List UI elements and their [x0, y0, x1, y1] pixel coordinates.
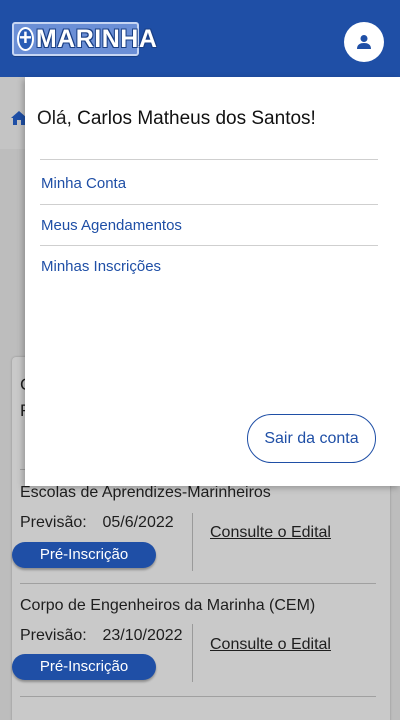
menu-item-minha-conta[interactable]: Minha Conta: [41, 175, 126, 192]
user-menu-panel: Olá, Carlos Matheus dos Santos! Minha Co…: [25, 77, 400, 486]
menu-item-minhas-inscricoes[interactable]: Minhas Inscrições: [41, 258, 161, 275]
top-header: + MARINHA: [0, 0, 400, 77]
user-menu-button[interactable]: [344, 22, 384, 62]
user-icon: [357, 35, 371, 49]
prevision-label: Previsão:: [20, 627, 87, 644]
vertical-divider: [192, 513, 193, 571]
pre-inscricao-button[interactable]: Pré-Inscrição: [12, 542, 156, 568]
user-name: Carlos Matheus dos Santos!: [77, 108, 316, 129]
logo-symbol: +: [19, 25, 32, 50]
logout-button[interactable]: Sair da conta: [247, 414, 376, 463]
prevision-date: 23/10/2022: [102, 627, 183, 644]
logo-text: MARINHA: [35, 24, 158, 53]
consulte-edital-link[interactable]: Consulte o Edital: [210, 636, 331, 654]
marinha-logo[interactable]: + MARINHA: [12, 22, 157, 56]
greeting: Olá, Carlos Matheus dos Santos!: [37, 108, 316, 130]
menu-divider: [40, 204, 378, 205]
pre-inscricao-button[interactable]: Pré-Inscrição: [12, 654, 156, 680]
greeting-prefix: Olá,: [37, 108, 72, 129]
menu-divider: [40, 245, 378, 246]
vertical-divider: [192, 624, 193, 682]
course-title: Escolas de Aprendizes-Marinheiros: [20, 484, 271, 501]
divider: [20, 696, 376, 697]
menu-item-meus-agendamentos[interactable]: Meus Agendamentos: [41, 217, 182, 234]
prevision-date: 05/6/2022: [102, 514, 174, 531]
divider: [20, 583, 376, 584]
consulte-edital-link[interactable]: Consulte o Edital: [210, 524, 331, 542]
prevision-label: Previsão:: [20, 514, 87, 531]
course-title: Corpo de Engenheiros da Marinha (CEM): [20, 597, 316, 614]
menu-divider: [40, 159, 378, 160]
plus-icon: +: [17, 27, 34, 51]
app-page: + MARINHA C F Escolas de Aprendizes-Mari…: [0, 0, 400, 720]
